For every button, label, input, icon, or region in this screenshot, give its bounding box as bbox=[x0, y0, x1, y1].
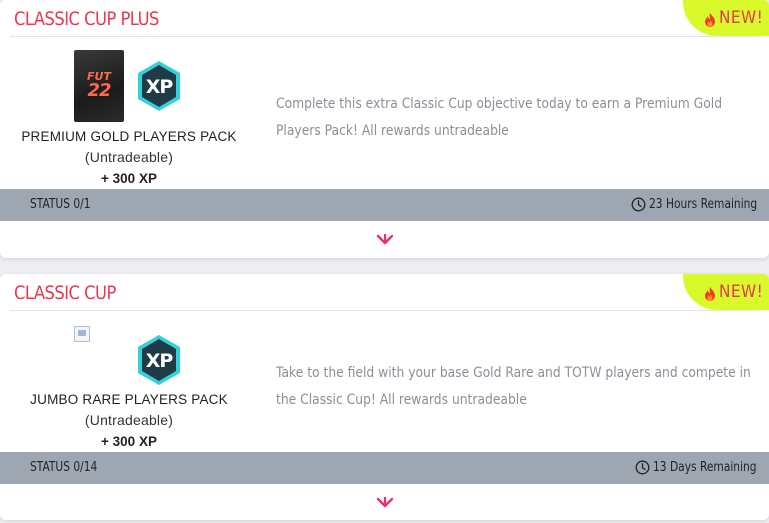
clock-icon bbox=[631, 197, 646, 212]
divider bbox=[10, 310, 759, 311]
flame-icon bbox=[705, 287, 715, 301]
status-text: STATUS 0/14 bbox=[30, 460, 98, 475]
svg-text:XP: XP bbox=[146, 76, 174, 98]
card-title: CLASSIC CUP PLUS bbox=[14, 8, 159, 30]
new-badge: NEW! bbox=[683, 274, 769, 310]
objective-card-classic-cup-plus: CLASSIC CUP PLUS NEW! FUT 22 XP PREMIUM … bbox=[0, 0, 769, 258]
status-text: STATUS 0/1 bbox=[30, 197, 91, 212]
svg-text:XP: XP bbox=[146, 350, 174, 372]
divider bbox=[10, 36, 759, 37]
status-bar: STATUS 0/1 23 Hours Remaining bbox=[0, 189, 769, 221]
reward-xp: + 300 XP bbox=[101, 171, 157, 186]
reward-tradeability: (Untradeable) bbox=[84, 412, 174, 428]
reward-tradeability: (Untradeable) bbox=[84, 149, 174, 165]
time-remaining: 23 Hours Remaining bbox=[649, 197, 758, 212]
reward-block: XP JUMBO RARE PLAYERS PACK (Untradeable)… bbox=[0, 320, 258, 466]
new-badge-label: NEW! bbox=[719, 8, 764, 28]
chevron-down-icon[interactable] bbox=[376, 234, 394, 246]
pack-label-22: 22 bbox=[87, 80, 111, 101]
objective-card-classic-cup: CLASSIC CUP NEW! XP JUMBO RARE PLAYERS P… bbox=[0, 274, 769, 520]
new-badge: NEW! bbox=[683, 0, 769, 36]
reward-block: FUT 22 XP PREMIUM GOLD PLAYERS PACK (Unt… bbox=[0, 46, 258, 192]
objective-description: Take to the field with your base Gold Ra… bbox=[276, 365, 751, 408]
card-title: CLASSIC CUP bbox=[14, 282, 116, 304]
new-badge-label: NEW! bbox=[719, 282, 764, 302]
reward-xp: + 300 XP bbox=[101, 434, 157, 449]
reward-name: PREMIUM GOLD PLAYERS PACK bbox=[21, 129, 237, 144]
xp-icon: XP bbox=[138, 335, 180, 385]
chevron-down-icon[interactable] bbox=[376, 497, 394, 509]
reward-name: JUMBO RARE PLAYERS PACK bbox=[30, 392, 228, 407]
clock-icon bbox=[635, 460, 650, 475]
pack-image: FUT 22 bbox=[74, 50, 124, 122]
flame-icon bbox=[705, 13, 715, 27]
broken-image-icon bbox=[74, 326, 90, 342]
xp-icon: XP bbox=[138, 61, 180, 111]
time-remaining: 13 Days Remaining bbox=[653, 460, 757, 475]
objective-description: Complete this extra Classic Cup objectiv… bbox=[276, 96, 723, 139]
status-bar: STATUS 0/14 13 Days Remaining bbox=[0, 452, 769, 484]
